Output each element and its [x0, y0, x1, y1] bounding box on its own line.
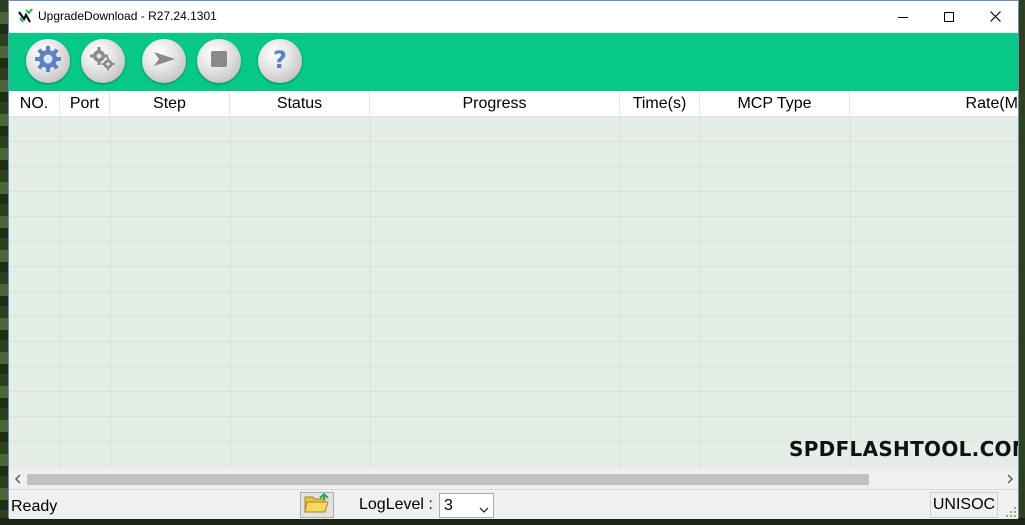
play-arrow-icon: [149, 44, 179, 79]
chevron-down-icon: [479, 501, 489, 519]
desktop-background: [0, 0, 8, 525]
column-header-mcp-type[interactable]: MCP Type: [700, 91, 850, 116]
grid-row-line: [9, 141, 1018, 142]
grid-column-line: [110, 116, 111, 469]
log-level-select[interactable]: 3: [439, 493, 494, 518]
desktop-background-right: [1019, 0, 1025, 525]
grid-row-line: [9, 316, 1018, 317]
minimize-icon: [898, 12, 908, 22]
column-header-rate[interactable]: Rate(M: [850, 91, 1018, 116]
title-bar[interactable]: UpgradeDownload - R27.24.1301: [9, 1, 1018, 32]
grid-column-line: [700, 116, 701, 469]
start-download-button[interactable]: [142, 39, 186, 83]
column-header-time[interactable]: Time(s): [620, 91, 700, 116]
grid-row-line: [9, 391, 1018, 392]
stop-download-button[interactable]: [197, 39, 241, 83]
gear-icon: [33, 44, 63, 79]
stop-icon: [204, 44, 234, 79]
grid-row-line: [9, 366, 1018, 367]
window-title: UpgradeDownload - R27.24.1301: [38, 9, 217, 23]
scroll-left-button[interactable]: [9, 471, 26, 488]
watermark-text: SPDFLASHTOOL.COM: [789, 437, 1018, 461]
grid-row-line: [9, 241, 1018, 242]
grid-row-line: [9, 291, 1018, 292]
grid-column-line: [850, 116, 851, 469]
close-icon: [989, 11, 1001, 22]
grid-row-line: [9, 341, 1018, 342]
scroll-right-button[interactable]: [1001, 471, 1018, 488]
log-level-label: LogLevel :: [359, 496, 433, 513]
grid-row-line: [9, 216, 1018, 217]
status-text: Ready: [11, 498, 58, 515]
folder-icon: [304, 492, 330, 519]
column-header-port[interactable]: Port: [60, 91, 110, 116]
gears-icon: [88, 44, 118, 79]
maximize-button[interactable]: [926, 1, 972, 32]
grid-header: NO. Port Step Status Progress Time(s) MC…: [9, 91, 1018, 117]
column-header-no[interactable]: NO.: [9, 91, 60, 116]
help-icon: ?: [265, 44, 295, 79]
grid-column-line: [60, 116, 61, 469]
log-level-value: 3: [444, 497, 453, 514]
grid-row-line: [9, 416, 1018, 417]
settings-button[interactable]: [81, 39, 125, 83]
grid-column-line: [370, 116, 371, 469]
grid-column-line: [230, 116, 231, 469]
app-window: UpgradeDownload - R27.24.1301 ? NO. Port…: [8, 0, 1019, 519]
grid-row-line: [9, 191, 1018, 192]
download-grid: NO. Port Step Status Progress Time(s) MC…: [9, 91, 1018, 469]
chevron-right-icon: [1006, 471, 1014, 489]
grid-row-line: [9, 266, 1018, 267]
grid-column-line: [620, 116, 621, 469]
grid-row-line: [9, 166, 1018, 167]
horizontal-scrollbar[interactable]: [9, 471, 1018, 488]
column-header-status[interactable]: Status: [230, 91, 370, 116]
help-button[interactable]: ?: [258, 39, 302, 83]
app-logo-icon: [17, 8, 33, 24]
resize-grip-icon[interactable]: [1004, 505, 1018, 519]
maximize-icon: [944, 11, 954, 22]
column-header-progress[interactable]: Progress: [370, 91, 620, 116]
scrollbar-thumb[interactable]: [27, 474, 869, 485]
taskbar-edge: [0, 518, 1025, 525]
minimize-button[interactable]: [880, 1, 926, 32]
close-button[interactable]: [972, 1, 1018, 32]
open-log-folder-button[interactable]: [300, 492, 334, 518]
status-bar: Ready LogLevel : 3 UNISOC: [9, 489, 1018, 519]
vendor-label: UNISOC: [930, 492, 998, 518]
chevron-left-icon: [14, 471, 22, 489]
svg-text:?: ?: [273, 46, 287, 74]
column-header-step[interactable]: Step: [110, 91, 230, 116]
toolbar: ?: [9, 33, 1018, 91]
load-packet-button[interactable]: [26, 39, 70, 83]
